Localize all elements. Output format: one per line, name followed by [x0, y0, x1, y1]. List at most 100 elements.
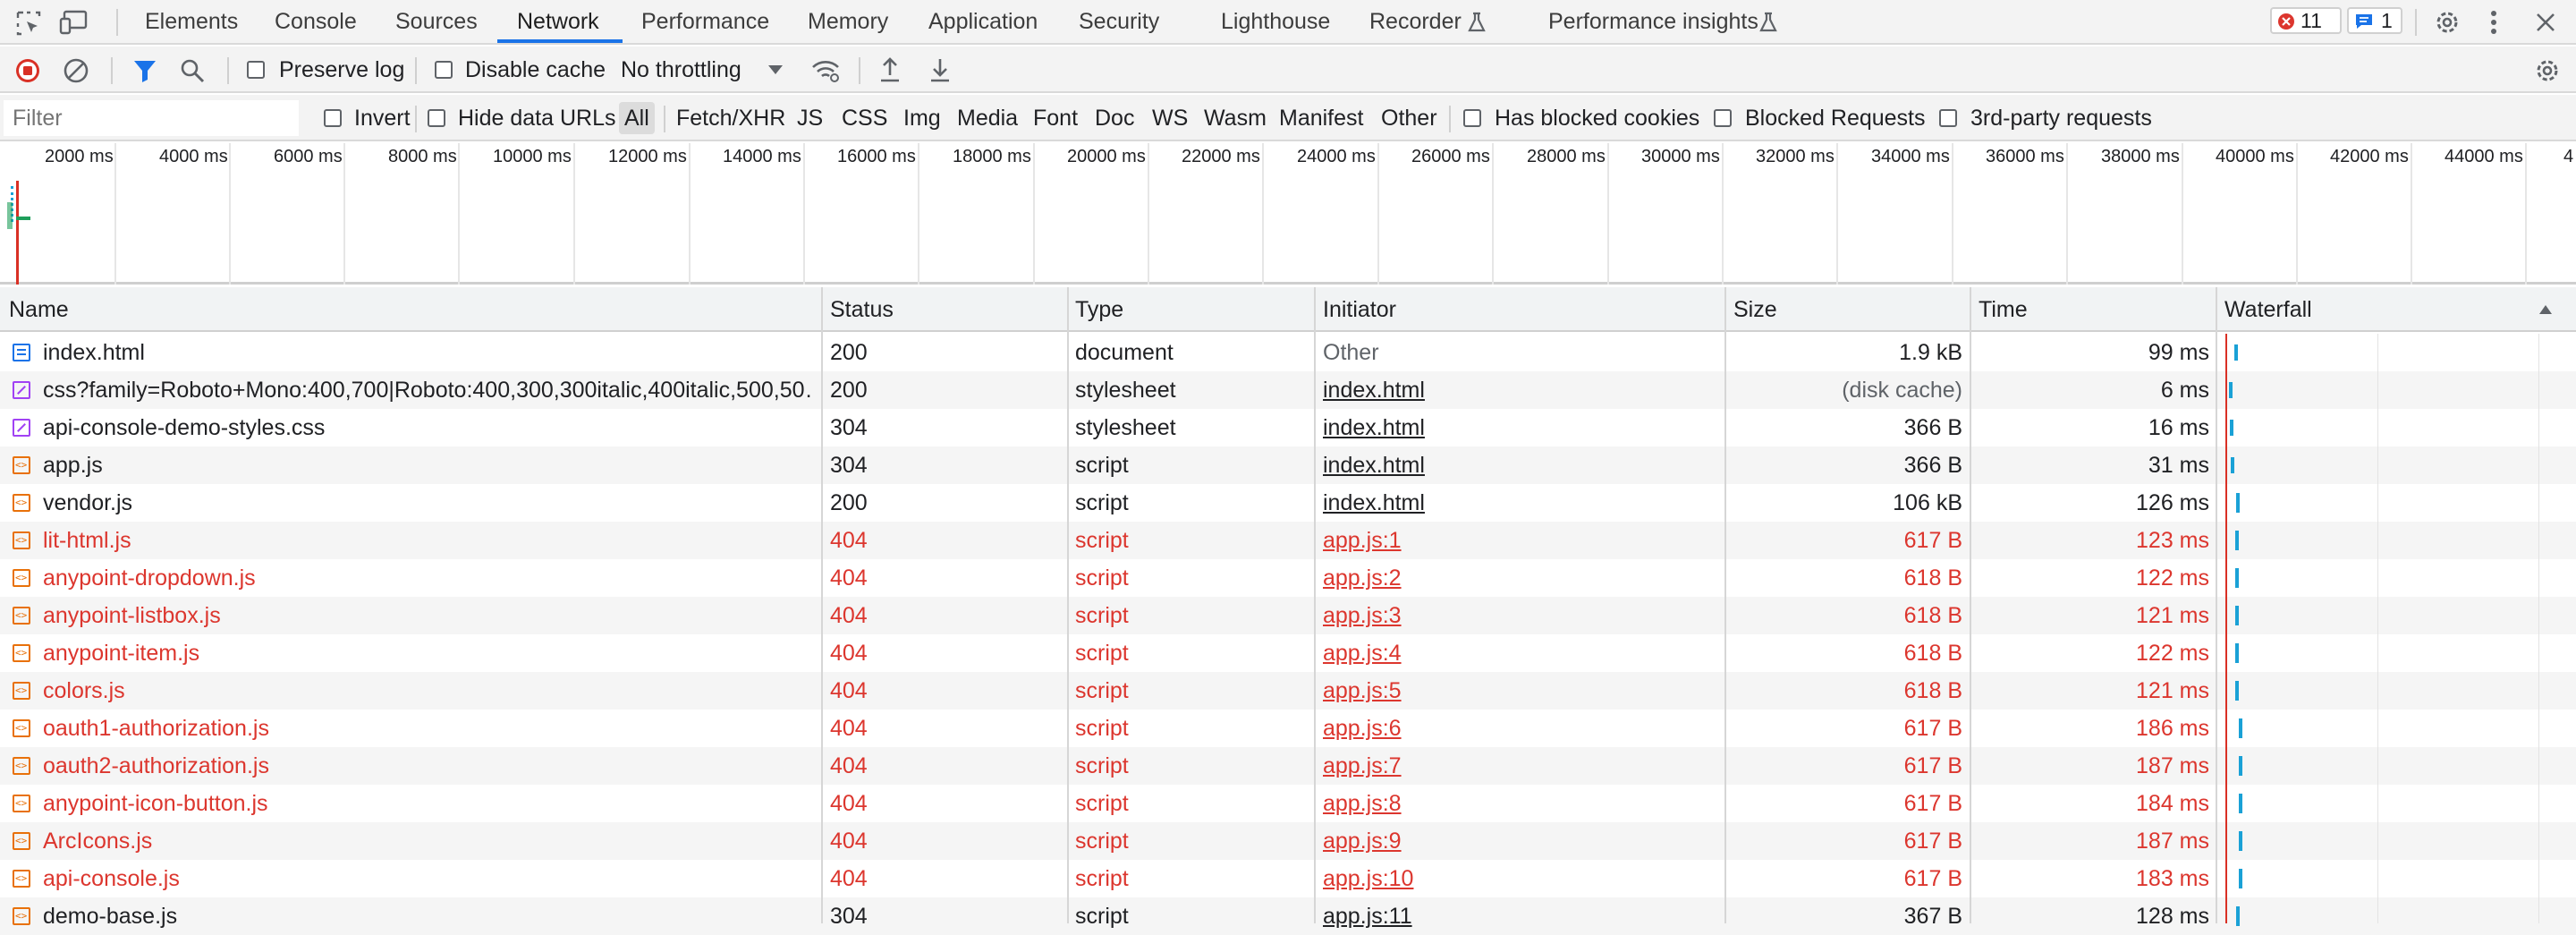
- cell-initiator[interactable]: app.js:5: [1323, 672, 1716, 710]
- column-header-waterfall[interactable]: Waterfall: [2224, 287, 2312, 332]
- more-options-icon[interactable]: [2488, 9, 2499, 36]
- search-icon[interactable]: [179, 57, 206, 84]
- table-row[interactable]: <> anypoint-icon-button.js 404 script app.js…: [0, 785, 2576, 822]
- tab-security[interactable]: Security: [1079, 0, 1159, 43]
- settings-gear-icon[interactable]: [2433, 8, 2462, 37]
- close-icon[interactable]: [2535, 12, 2556, 33]
- table-row[interactable]: <> anypoint-dropdown.js 404 script app.js:2 6…: [0, 559, 2576, 597]
- chevron-down-icon[interactable]: [767, 64, 784, 75]
- tab-network[interactable]: Network: [517, 0, 599, 43]
- cell-initiator[interactable]: app.js:8: [1323, 785, 1716, 822]
- waterfall-bar[interactable]: [2235, 531, 2240, 550]
- table-row[interactable]: index.html 200 document Other 1.9 kB 99 ms: [0, 334, 2576, 371]
- cell-initiator[interactable]: app.js:2: [1323, 559, 1716, 597]
- table-row[interactable]: <> anypoint-listbox.js 404 script app.js:3 61…: [0, 597, 2576, 634]
- type-filter-ws[interactable]: WS: [1152, 95, 1188, 141]
- blocked-requests-checkbox[interactable]: [1714, 109, 1732, 127]
- import-har-icon[interactable]: [878, 55, 902, 84]
- waterfall-bar[interactable]: [2233, 344, 2238, 361]
- waterfall-bar[interactable]: [2229, 420, 2233, 436]
- cell-initiator[interactable]: app.js:11: [1323, 897, 1716, 935]
- device-toolbar-icon[interactable]: [59, 9, 89, 36]
- tab-sources[interactable]: Sources: [395, 0, 478, 43]
- type-filter-manifest[interactable]: Manifest: [1279, 95, 1363, 141]
- table-row[interactable]: <> anypoint-item.js 404 script app.js:4 618 B…: [0, 634, 2576, 672]
- column-header-initiator[interactable]: Initiator: [1323, 287, 1396, 332]
- table-row[interactable]: api-console-demo-styles.css 304 stylesheet…: [0, 409, 2576, 446]
- type-filter-other[interactable]: Other: [1381, 95, 1437, 141]
- cell-initiator[interactable]: app.js:3: [1323, 597, 1716, 634]
- table-row[interactable]: css?family=Roboto+Mono:400,700|Roboto:40…: [0, 371, 2576, 409]
- cell-initiator[interactable]: index.html: [1323, 409, 1716, 446]
- column-header-name[interactable]: Name: [9, 287, 69, 332]
- type-filter-all[interactable]: All: [619, 102, 655, 134]
- third-party-requests-checkbox[interactable]: [1939, 109, 1957, 127]
- clear-icon[interactable]: [63, 57, 89, 84]
- filter-icon[interactable]: [132, 58, 157, 83]
- waterfall-bar[interactable]: [2238, 869, 2242, 888]
- cell-initiator[interactable]: app.js:10: [1323, 860, 1716, 897]
- waterfall-bar[interactable]: [2235, 493, 2240, 513]
- invert-checkbox[interactable]: [324, 109, 342, 127]
- type-filter-wasm[interactable]: Wasm: [1204, 95, 1267, 141]
- column-header-type[interactable]: Type: [1075, 287, 1123, 332]
- tab-lighthouse[interactable]: Lighthouse: [1221, 0, 1330, 43]
- table-row[interactable]: <> vendor.js 200 script index.html 106 kB 126 …: [0, 484, 2576, 522]
- type-filter-font[interactable]: Font: [1033, 95, 1078, 141]
- cell-initiator[interactable]: app.js:1: [1323, 522, 1716, 559]
- network-settings-gear-icon[interactable]: [2533, 56, 2562, 85]
- messages-badge[interactable]: 1: [2347, 7, 2402, 34]
- tab-performance[interactable]: Performance: [641, 0, 769, 43]
- cell-initiator[interactable]: index.html: [1323, 446, 1716, 484]
- tab-console[interactable]: Console: [275, 0, 357, 43]
- cell-initiator[interactable]: app.js:6: [1323, 710, 1716, 747]
- waterfall-bar[interactable]: [2230, 457, 2234, 473]
- cell-initiator[interactable]: app.js:4: [1323, 634, 1716, 672]
- table-row[interactable]: <> api-console.js 404 script app.js:10 617 B 1…: [0, 860, 2576, 897]
- waterfall-bar[interactable]: [2235, 606, 2240, 625]
- table-row[interactable]: <> app.js 304 script index.html 366 B 31 ms: [0, 446, 2576, 484]
- throttling-select[interactable]: No throttling: [621, 47, 741, 93]
- waterfall-bar[interactable]: [2239, 794, 2243, 813]
- column-header-status[interactable]: Status: [830, 287, 894, 332]
- cell-initiator[interactable]: app.js:9: [1323, 822, 1716, 860]
- errors-badge[interactable]: 11: [2270, 7, 2342, 34]
- column-header-size[interactable]: Size: [1733, 287, 1777, 332]
- cell-initiator[interactable]: app.js:7: [1323, 747, 1716, 785]
- waterfall-bar[interactable]: [2239, 831, 2243, 851]
- cell-initiator[interactable]: index.html: [1323, 371, 1716, 409]
- table-row[interactable]: <> ArcIcons.js 404 script app.js:9 617 B 187 m…: [0, 822, 2576, 860]
- type-filter-img[interactable]: Img: [903, 95, 941, 141]
- hide-data-urls-checkbox[interactable]: [428, 109, 445, 127]
- table-row[interactable]: <> colors.js 404 script app.js:5 618 B 121 ms: [0, 672, 2576, 710]
- column-header-time[interactable]: Time: [1979, 287, 2028, 332]
- tab-application[interactable]: Application: [928, 0, 1038, 43]
- table-row[interactable]: <> oauth1-authorization.js 404 script app.js…: [0, 710, 2576, 747]
- tab-memory[interactable]: Memory: [808, 0, 888, 43]
- waterfall-bar[interactable]: [2229, 382, 2233, 398]
- table-row[interactable]: <> lit-html.js 404 script app.js:1 617 B 123 m…: [0, 522, 2576, 559]
- waterfall-bar[interactable]: [2239, 756, 2243, 776]
- preserve-log-checkbox[interactable]: [247, 61, 265, 79]
- type-filter-doc[interactable]: Doc: [1095, 95, 1134, 141]
- cell-initiator[interactable]: index.html: [1323, 484, 1716, 522]
- sort-ascending-icon[interactable]: [2538, 304, 2553, 315]
- waterfall-bar[interactable]: [2239, 718, 2243, 738]
- disable-cache-checkbox[interactable]: [435, 61, 453, 79]
- table-row[interactable]: <> oauth2-authorization.js 404 script app.js…: [0, 747, 2576, 785]
- export-har-icon[interactable]: [928, 55, 952, 84]
- type-filter-js[interactable]: JS: [797, 95, 823, 141]
- waterfall-bar[interactable]: [2235, 681, 2240, 701]
- waterfall-bar[interactable]: [2235, 643, 2240, 663]
- select-element-icon[interactable]: [16, 11, 41, 36]
- type-filter-media[interactable]: Media: [957, 95, 1018, 141]
- has-blocked-cookies-checkbox[interactable]: [1463, 109, 1481, 127]
- filter-input[interactable]: [4, 100, 299, 136]
- network-conditions-icon[interactable]: [810, 58, 841, 83]
- stop-recording-icon[interactable]: [14, 57, 41, 84]
- tab-elements[interactable]: Elements: [145, 0, 238, 43]
- network-overview-timeline[interactable]: 2000 ms 4000 ms 6000 ms 8000 ms 10000 ms…: [0, 143, 2576, 285]
- table-row[interactable]: <> demo-base.js 304 script app.js:11 367 B 128…: [0, 897, 2576, 935]
- type-filter-css[interactable]: CSS: [842, 95, 887, 141]
- type-filter-fetch-xhr[interactable]: Fetch/XHR: [676, 95, 785, 141]
